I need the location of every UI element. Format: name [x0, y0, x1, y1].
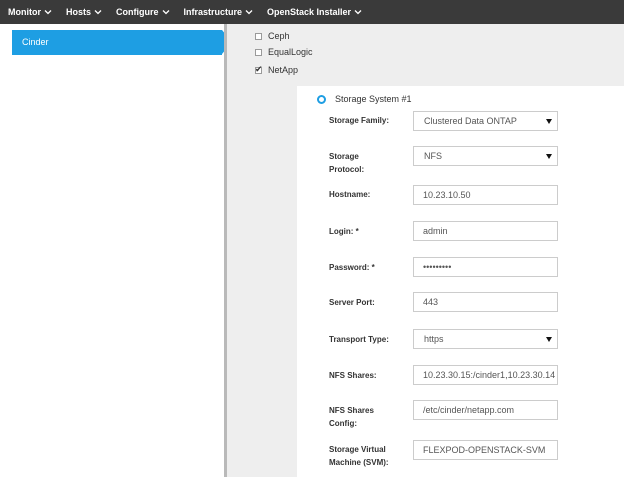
nfs-shares-input[interactable]: 10.23.30.15:/cinder1,10.23.30.14 [413, 365, 558, 385]
dropdown-arrow-icon [546, 119, 552, 124]
chevron-down-icon [245, 9, 253, 15]
sidebar: Cinder [0, 24, 232, 477]
storage-family-select[interactable]: Clustered Data ONTAP [413, 111, 558, 131]
nav-openstack-installer[interactable]: OpenStack Installer [267, 0, 362, 24]
svm-input[interactable]: FLEXPOD-OPENSTACK-SVM [413, 440, 558, 460]
storage-system-title: Storage System #1 [335, 94, 412, 104]
sidebar-item-label: Cinder [22, 37, 49, 47]
dropdown-arrow-icon [546, 154, 552, 159]
backend-equallogic[interactable]: EqualLogic [255, 45, 313, 59]
nfs-shares-config-label: NFS Shares Config: [329, 406, 374, 428]
backend-netapp[interactable]: ✔ NetApp [255, 63, 298, 77]
checkbox-ceph[interactable] [255, 32, 262, 40]
check-icon: ✔ [255, 63, 263, 74]
server-port-input[interactable]: 443 [413, 292, 558, 312]
main-content: Ceph EqualLogic ✔ NetApp Storage System … [227, 24, 624, 477]
sidebar-item-cinder[interactable]: Cinder [12, 30, 234, 55]
checkbox-equallogic[interactable] [255, 48, 262, 56]
storage-family-label: Storage Family: [329, 116, 390, 125]
dropdown-arrow-icon [546, 337, 552, 342]
password-label: Password: * [329, 263, 375, 272]
login-label: Login: * [329, 227, 359, 236]
nfs-shares-config-input[interactable]: /etc/cinder/netapp.com [413, 400, 558, 420]
chevron-down-icon [162, 9, 170, 15]
hostname-label: Hostname: [329, 190, 371, 199]
chevron-down-icon [94, 9, 102, 15]
nav-hosts[interactable]: Hosts [66, 0, 102, 24]
backend-ceph[interactable]: Ceph [255, 29, 290, 43]
nav-configure[interactable]: Configure [116, 0, 170, 24]
svm-label: Storage Virtual Machine (SVM): [329, 445, 389, 467]
transport-type-label: Transport Type: [329, 335, 389, 344]
hostname-input[interactable]: 10.23.10.50 [413, 185, 558, 205]
checkbox-netapp[interactable]: ✔ [255, 63, 263, 74]
radio-button[interactable] [317, 94, 326, 104]
storage-system-radio[interactable]: Storage System #1 [317, 94, 412, 104]
password-input[interactable]: ••••••••• [413, 257, 558, 277]
server-port-label: Server Port: [329, 298, 375, 307]
login-input[interactable]: admin [413, 221, 558, 241]
nfs-shares-label: NFS Shares: [329, 371, 377, 380]
storage-system-panel: Storage System #1 Storage Family: Cluste… [297, 86, 624, 477]
chevron-down-icon [44, 9, 52, 15]
chevron-down-icon [354, 9, 362, 15]
storage-protocol-label: Storage Protocol: [329, 152, 365, 174]
nav-monitor[interactable]: Monitor [8, 0, 52, 24]
nav-infrastructure[interactable]: Infrastructure [184, 0, 254, 24]
transport-type-select[interactable]: https [413, 329, 558, 349]
top-nav: Monitor Hosts Configure Infrastructure O… [0, 0, 624, 24]
storage-protocol-select[interactable]: NFS [413, 146, 558, 166]
